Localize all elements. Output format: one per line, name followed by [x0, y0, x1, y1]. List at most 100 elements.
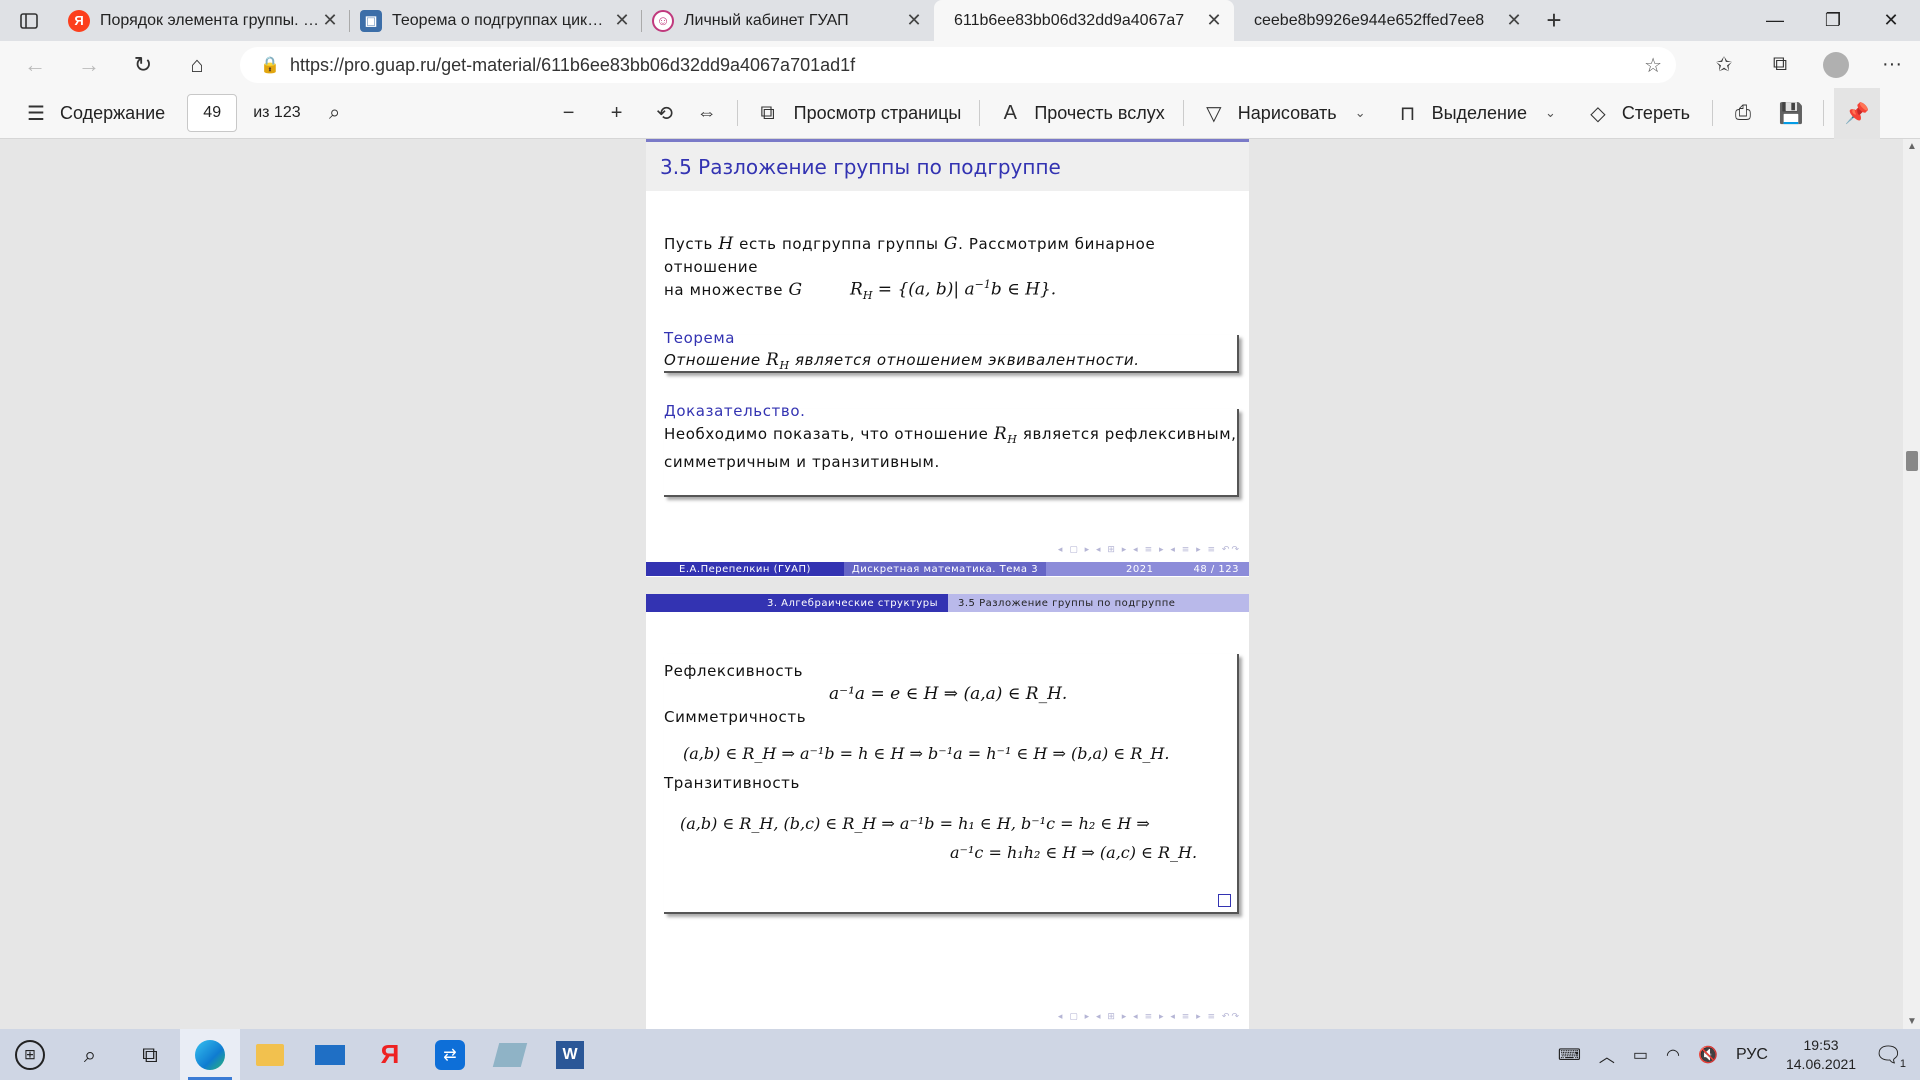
reflexivity-label: Рефлексивность: [664, 662, 804, 680]
pdf-toolbar: ☰ Содержание 49 из 123 ⌕ − + ⟲ ⇔ ⧉ Просм…: [0, 87, 1920, 139]
tab-0[interactable]: Я Порядок элемента группы. Тео ✕: [58, 0, 350, 41]
more-menu-icon[interactable]: ···: [1864, 41, 1920, 88]
highlight-button[interactable]: ⊓ Выделение ⌄: [1396, 88, 1556, 139]
pdf-page-49: 3. Алгебраические структуры 3.5 Разложен…: [646, 594, 1249, 1029]
close-tab-icon[interactable]: ✕: [1204, 10, 1224, 31]
close-window-icon[interactable]: ✕: [1862, 0, 1920, 41]
user-favicon-icon: ☺: [652, 9, 674, 32]
tab-1[interactable]: ▣ Теорема о подгруппах цикличе ✕: [350, 0, 642, 41]
scroll-down-icon[interactable]: ▼: [1907, 1016, 1917, 1027]
keyboard-icon[interactable]: ⌨: [1558, 1045, 1581, 1065]
save-icon[interactable]: 💾: [1779, 101, 1804, 125]
pdf-viewer[interactable]: 3.5 Разложение группы по подгруппе Пусть…: [0, 139, 1920, 1029]
highlight-label: Выделение: [1431, 102, 1527, 123]
theorem-text: Отношение RH является отношением эквивал…: [664, 350, 1140, 372]
slide-title: 3.5 Разложение группы по подгруппе: [646, 139, 1249, 191]
pin-toolbar-icon[interactable]: 📌: [1845, 101, 1870, 125]
close-tab-icon[interactable]: ✕: [320, 10, 340, 31]
close-tab-icon[interactable]: ✕: [904, 10, 924, 31]
scrollbar-thumb[interactable]: [1906, 451, 1918, 471]
tab-label: ceebe8b9926e944e652ffed7ee8: [1254, 11, 1485, 29]
zoom-in-icon[interactable]: +: [605, 101, 629, 125]
list-icon: ☰: [27, 102, 45, 125]
page-view-button[interactable]: ⧉ Просмотр страницы: [756, 88, 962, 139]
contents-button[interactable]: ☰ Содержание: [24, 88, 165, 139]
tab-bar: Я Порядок элемента группы. Тео ✕ ▣ Теоре…: [0, 0, 1920, 41]
tab-label: Теорема о подгруппах цикличе: [392, 11, 612, 29]
proof-text: Необходимо показать, что отношение RH яв…: [664, 424, 1237, 471]
forward-icon[interactable]: →: [62, 41, 116, 88]
add-favorite-icon[interactable]: ☆: [1644, 53, 1662, 78]
window-controls: — ❐ ✕: [1746, 0, 1920, 41]
tab-actions-icon[interactable]: [0, 0, 58, 41]
zoom-out-icon[interactable]: −: [557, 101, 581, 125]
qed-square-icon: [1218, 894, 1231, 907]
task-view-icon[interactable]: ⧉: [120, 1029, 180, 1080]
refresh-icon[interactable]: ↻: [116, 41, 170, 88]
yandex-browser-icon[interactable]: Я: [360, 1029, 420, 1080]
file-explorer-icon[interactable]: [240, 1029, 300, 1080]
erase-button[interactable]: ◇ Стереть: [1586, 88, 1690, 139]
rotate-icon[interactable]: ⟲: [653, 101, 677, 125]
home-icon[interactable]: ⌂: [170, 41, 224, 88]
collections-icon[interactable]: ⧉: [1752, 41, 1808, 88]
edge-icon[interactable]: [180, 1029, 240, 1080]
language-indicator[interactable]: РУС: [1736, 1046, 1768, 1064]
notifications-icon[interactable]: 🗨 1: [1874, 1042, 1906, 1070]
eraser-icon: ◇: [1590, 102, 1606, 125]
vertical-scrollbar[interactable]: ▲ ▼: [1903, 139, 1920, 1029]
draw-icon: ▽: [1206, 102, 1222, 125]
footer-course: Дискретная математика. Тема 3: [844, 562, 1046, 576]
back-icon[interactable]: ←: [8, 41, 62, 88]
tab-2[interactable]: ☺ Личный кабинет ГУАП ✕: [642, 0, 934, 41]
draw-button[interactable]: ▽ Нарисовать ⌄: [1202, 88, 1366, 139]
close-tab-icon[interactable]: ✕: [1504, 10, 1524, 31]
wifi-icon[interactable]: ◠: [1666, 1045, 1680, 1065]
profile-avatar[interactable]: [1808, 41, 1864, 88]
search-icon[interactable]: ⌕: [323, 101, 347, 125]
start-icon[interactable]: ⊞: [0, 1029, 60, 1080]
fit-width-icon[interactable]: ⇔: [695, 101, 719, 125]
minimize-icon[interactable]: —: [1746, 0, 1804, 41]
presentation-favicon-icon: ▣: [360, 9, 382, 32]
page-view-label: Просмотр страницы: [793, 102, 962, 123]
slide-header: 3. Алгебраические структуры 3.5 Разложен…: [646, 594, 1249, 612]
clock[interactable]: 19:53 14.06.2021: [1786, 1036, 1856, 1074]
tab-4[interactable]: ceebe8b9926e944e652ffed7ee8 ✕: [1234, 0, 1534, 41]
volume-icon[interactable]: 🔇: [1698, 1045, 1718, 1065]
favorites-icon[interactable]: ✩: [1696, 41, 1752, 88]
word-icon[interactable]: W: [540, 1029, 600, 1080]
beamer-nav-icons[interactable]: ◂ ▢ ▸ ◂ ⊞ ▸ ◂ ≡ ▸ ◂ ≡ ▸ ≡ ↶↷: [1058, 1012, 1241, 1022]
address-actions: ✩ ⧉ ···: [1696, 41, 1920, 88]
contents-label: Содержание: [60, 102, 166, 123]
maximize-icon[interactable]: ❐: [1804, 0, 1862, 41]
lock-icon[interactable]: 🔒: [260, 55, 280, 75]
chevron-down-icon[interactable]: ⌄: [1355, 105, 1366, 121]
tab-3-active[interactable]: 611b6ee83bb06d32dd9a4067a7 ✕: [934, 0, 1234, 41]
reflexivity-formula: a⁻¹a = e ∈ H ⇒ (a,a) ∈ R_H.: [829, 684, 1068, 704]
address-bar: ← → ↻ ⌂ 🔒 https://pro.guap.ru/get-materi…: [0, 41, 1920, 88]
theorem-block: Отношение RH является отношением эквивал…: [664, 335, 1239, 373]
transitivity-formula-1: (a,b) ∈ R_H, (b,c) ∈ R_H ⇒ a⁻¹b = h₁ ∈ H…: [680, 814, 1150, 833]
read-aloud-label: Прочесть вслух: [1034, 102, 1165, 123]
search-icon[interactable]: ⌕: [60, 1029, 120, 1080]
header-subsection: 3.5 Разложение группы по подгруппе: [948, 594, 1249, 612]
read-aloud-button[interactable]: A Прочесть вслух: [998, 88, 1165, 139]
battery-icon[interactable]: ▭: [1633, 1045, 1648, 1065]
mail-icon[interactable]: [300, 1029, 360, 1080]
close-tab-icon[interactable]: ✕: [612, 10, 632, 31]
show-hidden-icons-icon[interactable]: ︿: [1599, 1043, 1615, 1067]
teamviewer-icon[interactable]: ⇄: [420, 1029, 480, 1080]
new-tab-button[interactable]: +: [1534, 0, 1574, 41]
page-view-icon: ⧉: [760, 101, 775, 124]
draw-label: Нарисовать: [1237, 102, 1337, 123]
page-number-input[interactable]: 49: [187, 94, 238, 132]
print-icon[interactable]: ⎙: [1731, 101, 1755, 125]
notes-app-icon[interactable]: [480, 1029, 540, 1080]
symmetry-label: Симметричность: [664, 708, 807, 726]
beamer-nav-icons[interactable]: ◂ ▢ ▸ ◂ ⊞ ▸ ◂ ≡ ▸ ◂ ≡ ▸ ≡ ↶↷: [1058, 545, 1241, 555]
chevron-down-icon[interactable]: ⌄: [1545, 105, 1556, 121]
scroll-up-icon[interactable]: ▲: [1907, 141, 1917, 152]
date: 14.06.2021: [1785, 1055, 1857, 1072]
url-field[interactable]: 🔒 https://pro.guap.ru/get-material/611b6…: [240, 47, 1676, 83]
